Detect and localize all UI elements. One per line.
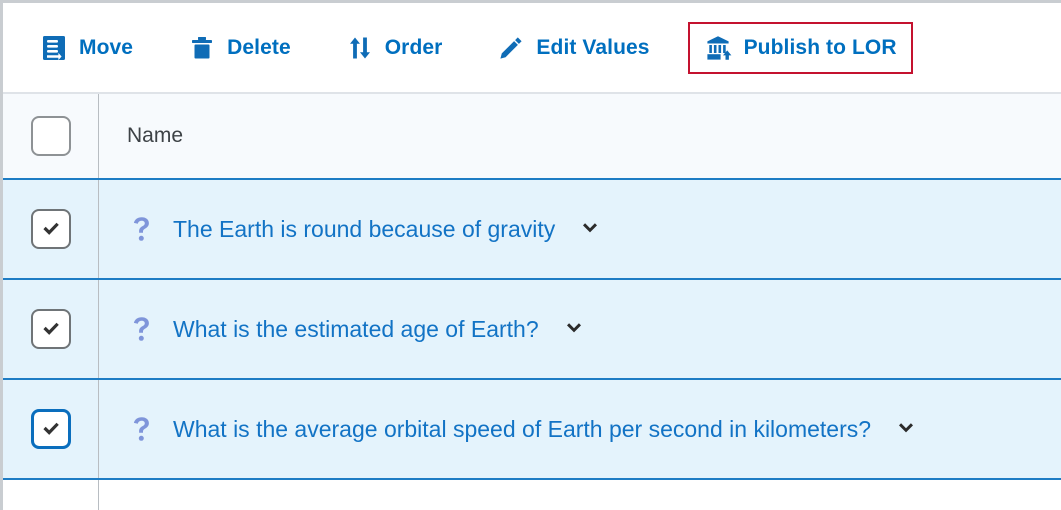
chevron-down-icon[interactable] <box>561 316 587 342</box>
row-name-cell: What is the estimated age of Earth? <box>99 280 1061 378</box>
bank-upload-icon <box>704 33 734 63</box>
delete-button[interactable]: Delete <box>171 22 307 74</box>
order-button-label: Order <box>384 36 443 59</box>
chevron-down-icon[interactable] <box>577 216 603 242</box>
table-header-row: Name <box>3 92 1061 180</box>
publish-to-lor-button[interactable]: Publish to LOR <box>687 21 913 74</box>
trash-icon <box>187 33 217 63</box>
question-mark-icon <box>127 216 157 242</box>
row-name-cell: The Earth is round because of gravity <box>99 180 1061 278</box>
move-button-label: Move <box>79 36 134 59</box>
row-checkbox[interactable] <box>30 309 71 349</box>
table-row[interactable]: What is the average orbital speed of Ear… <box>3 380 1061 480</box>
move-document-icon <box>39 33 69 63</box>
row-checkbox[interactable] <box>30 209 71 249</box>
order-button[interactable]: Order <box>329 22 459 74</box>
edit-values-button[interactable]: Edit Values <box>480 22 665 74</box>
select-all-checkbox[interactable] <box>30 116 71 156</box>
table-row[interactable]: What is the estimated age of Earth? <box>3 280 1061 380</box>
question-mark-icon <box>127 416 157 442</box>
action-toolbar: Move Delete Order Edit Values Publish to… <box>0 0 1061 92</box>
row-select-cell <box>3 380 99 478</box>
questions-table: Name The Earth is round because of gravi… <box>0 92 1061 510</box>
chevron-down-icon[interactable] <box>893 416 919 442</box>
check-icon <box>42 322 59 335</box>
question-link[interactable]: What is the average orbital speed of Ear… <box>173 416 871 443</box>
row-select-cell <box>3 180 99 278</box>
question-mark-icon <box>127 316 157 342</box>
edit-values-button-label: Edit Values <box>536 36 650 59</box>
row-select-cell <box>3 280 99 378</box>
question-library-panel: Move Delete Order Edit Values Publish to… <box>0 0 1061 510</box>
question-link[interactable]: The Earth is round because of gravity <box>173 216 555 243</box>
name-column-header-cell: Name <box>99 94 1061 178</box>
table-row[interactable]: The Earth is round because of gravity <box>3 180 1061 280</box>
select-all-cell <box>3 94 99 178</box>
check-icon <box>42 222 59 235</box>
row-name-cell <box>99 480 1061 510</box>
row-select-cell <box>3 480 99 510</box>
check-icon <box>42 422 59 435</box>
name-column-header-label: Name <box>127 124 184 147</box>
sort-arrows-icon <box>345 33 375 63</box>
move-button[interactable]: Move <box>23 22 149 74</box>
publish-to-lor-button-label: Publish to LOR <box>743 36 897 59</box>
table-row-partial[interactable] <box>3 480 1061 510</box>
pencil-icon <box>496 33 526 63</box>
row-name-cell: What is the average orbital speed of Ear… <box>99 380 1061 478</box>
question-link[interactable]: What is the estimated age of Earth? <box>173 316 539 343</box>
delete-button-label: Delete <box>227 36 291 59</box>
row-checkbox[interactable] <box>30 409 71 449</box>
